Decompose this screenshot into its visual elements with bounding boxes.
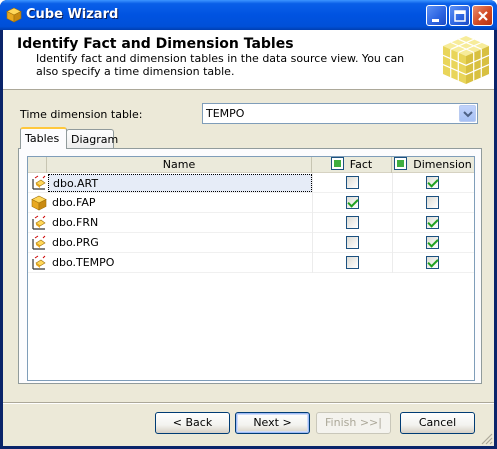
close-button[interactable] <box>472 5 493 26</box>
combo-dropdown-button[interactable] <box>459 105 476 122</box>
row-name: dbo.ART <box>48 174 312 192</box>
time-dimension-combo[interactable]: TEMPO <box>202 103 478 124</box>
dimension-checkbox[interactable] <box>426 196 439 209</box>
row-name: dbo.FAP <box>52 196 96 209</box>
page-description: Identify fact and dimension tables in th… <box>36 52 405 78</box>
window-title: Cube Wizard <box>26 7 119 22</box>
cube-icon <box>6 7 22 23</box>
time-dimension-label: Time dimension table: <box>20 108 143 121</box>
column-header-name[interactable]: Name <box>47 157 312 173</box>
table-row[interactable]: dbo.PRG <box>28 233 474 253</box>
wizard-client-area: Identify Fact and Dimension Tables Ident… <box>3 30 494 446</box>
row-name: dbo.FRN <box>52 216 99 229</box>
finish-button: Finish >>| <box>316 412 391 434</box>
table-row[interactable]: dbo.ART <box>28 173 474 193</box>
tab-diagram-label: Diagram <box>71 133 119 146</box>
maximize-button[interactable] <box>449 5 470 26</box>
maximize-icon <box>454 10 466 22</box>
dimension-checkbox[interactable] <box>426 236 439 249</box>
column-header-dimension[interactable]: Dimension <box>392 157 474 173</box>
cube-wizard-window: Cube Wizard Identify Fact and Dimension … <box>0 0 497 449</box>
tab-tables[interactable]: Tables <box>20 127 67 149</box>
column-header-fact-label: Fact <box>349 158 373 171</box>
column-header-fact[interactable]: Fact <box>312 157 392 173</box>
tables-grid[interactable]: Name Fact Dimension dbo.ART dbo.FAP dbo.… <box>27 156 475 381</box>
tab-diagram[interactable]: Diagram <box>66 129 118 149</box>
dimension-checkbox[interactable] <box>426 176 439 189</box>
dimension-table-icon <box>32 215 46 230</box>
fact-checkbox[interactable] <box>346 216 359 229</box>
fact-table-icon <box>31 195 47 211</box>
back-button[interactable]: < Back <box>155 412 230 434</box>
tab-tables-label: Tables <box>25 132 60 145</box>
table-row[interactable]: dbo.FAP <box>28 193 474 213</box>
fact-checkbox[interactable] <box>346 236 359 249</box>
title-bar[interactable]: Cube Wizard <box>0 0 497 30</box>
fact-checkbox[interactable] <box>346 176 359 189</box>
tables-tab-panel: Name Fact Dimension dbo.ART dbo.FAP dbo.… <box>18 148 482 384</box>
minimize-icon <box>432 19 439 22</box>
dimension-checkbox[interactable] <box>426 216 439 229</box>
grid-header: Name Fact Dimension <box>28 157 474 173</box>
page-title: Identify Fact and Dimension Tables <box>17 36 294 52</box>
fact-checkbox[interactable] <box>346 256 359 269</box>
minimize-button[interactable] <box>426 5 447 26</box>
dimension-select-all-checkbox[interactable] <box>394 157 408 170</box>
cancel-button[interactable]: Cancel <box>400 412 475 434</box>
row-name: dbo.PRG <box>52 236 99 249</box>
dimension-table-icon <box>32 175 46 190</box>
wizard-header: Identify Fact and Dimension Tables Ident… <box>3 30 494 90</box>
time-dimension-value: TEMPO <box>206 107 245 120</box>
button-divider <box>3 402 494 404</box>
chevron-down-icon <box>463 111 473 118</box>
table-row[interactable]: dbo.FRN <box>28 213 474 233</box>
close-icon <box>478 11 488 21</box>
next-button[interactable]: Next > <box>235 412 310 434</box>
dimension-checkbox[interactable] <box>426 256 439 269</box>
grid-header-icon-column <box>28 157 47 173</box>
dimension-table-icon <box>32 255 46 270</box>
column-header-name-label: Name <box>162 158 196 171</box>
table-row[interactable]: dbo.TEMPO <box>28 253 474 273</box>
resize-grip-icon[interactable] <box>481 433 493 445</box>
fact-select-all-checkbox[interactable] <box>330 157 344 170</box>
fact-checkbox[interactable] <box>346 196 359 209</box>
cube-logo-icon <box>442 36 490 84</box>
column-header-dimension-label: Dimension <box>413 158 472 171</box>
dimension-table-icon <box>32 235 46 250</box>
row-name: dbo.TEMPO <box>52 256 115 269</box>
